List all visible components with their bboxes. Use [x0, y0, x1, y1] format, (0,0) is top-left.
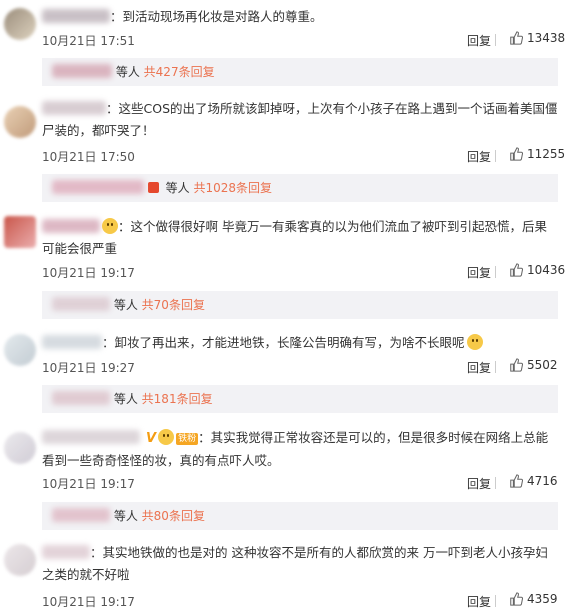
avatar[interactable] [4, 544, 36, 576]
thumbs-up-icon [510, 147, 523, 161]
reply-summary[interactable]: 等人 共181条回复 [42, 385, 558, 413]
like-count: 5502 [527, 358, 558, 372]
reply-button[interactable]: 回复 [467, 148, 491, 165]
comment-text: ：这些COS的出了场所就该卸掉呀，上次有个小孩子在路上遇到一个话画着美国僵尸装的… [42, 101, 558, 138]
emoji-icon [102, 218, 118, 234]
avatar[interactable] [4, 106, 36, 138]
reply-who: 等人 [113, 392, 138, 406]
replier-blurred [52, 180, 144, 194]
reply-count-link[interactable]: 共70条回复 [142, 298, 205, 312]
like-button[interactable]: 4359 [509, 592, 558, 606]
like-button[interactable]: 4716 [509, 474, 558, 488]
comment-text: V 铁粉 ：其实我觉得正常妆容还是可以的，但是很多时候在网络上总能看到一些奇奇怪怪的… [42, 429, 549, 468]
username-blurred[interactable] [42, 430, 140, 444]
comment-time: 10月21日 19:17 [42, 477, 135, 491]
username-blurred[interactable] [42, 219, 100, 233]
like-button[interactable]: 13438 [509, 31, 565, 45]
comment-text: ：卸妆了再出来，才能进地铁，长隆公告明确有写，为啥不长眼呢 [42, 332, 558, 354]
comment-time: 10月21日 19:27 [42, 361, 135, 375]
reply-summary[interactable]: 等人 共1028条回复 [42, 174, 558, 202]
divider [495, 266, 496, 278]
like-button[interactable]: 11255 [509, 147, 565, 161]
replier-blurred [52, 508, 110, 522]
comment-time: 10月21日 17:51 [42, 34, 135, 48]
reply-who: 等人 [113, 298, 138, 312]
reply-button[interactable]: 回复 [467, 593, 491, 610]
fire-icon [147, 182, 159, 193]
thumbs-up-icon [510, 358, 523, 372]
username-blurred[interactable] [42, 9, 110, 23]
comment-time: 10月21日 17:50 [42, 150, 135, 164]
thumbs-up-icon [510, 31, 523, 45]
like-count: 4359 [527, 592, 558, 606]
like-button[interactable]: 10436 [509, 263, 565, 277]
comment-time: 10月21日 19:17 [42, 266, 135, 280]
divider [495, 34, 496, 46]
fan-badge: 铁粉 [176, 433, 199, 445]
emoji-icon [466, 334, 483, 350]
vip-icon: V [146, 431, 157, 446]
avatar[interactable] [4, 216, 36, 248]
divider [495, 150, 496, 162]
username-blurred[interactable] [42, 545, 90, 559]
username-blurred[interactable] [42, 101, 106, 115]
reply-who: 等人 [115, 65, 140, 79]
divider [495, 361, 496, 373]
replier-blurred [52, 297, 110, 311]
like-button[interactable]: 5502 [509, 358, 558, 372]
reply-count-link[interactable]: 共1028条回复 [194, 181, 273, 195]
replier-blurred [52, 64, 112, 78]
like-count: 11255 [527, 147, 566, 161]
like-count: 13438 [527, 31, 566, 45]
reply-who: 等人 [113, 509, 138, 523]
reply-count-link[interactable]: 共427条回复 [144, 65, 215, 79]
avatar[interactable] [4, 334, 36, 366]
comment-text: ：到活动现场再化妆是对路人的尊重。 [42, 6, 558, 28]
reply-summary[interactable]: 等人 共70条回复 [42, 291, 558, 319]
comment-text: ：其实地铁做的也是对的 这种妆容不是所有的人都欣赏的来 万一吓到老人小孩孕妇之类… [42, 545, 548, 582]
divider [495, 595, 496, 607]
reply-button[interactable]: 回复 [467, 32, 491, 49]
divider [495, 477, 496, 489]
reply-button[interactable]: 回复 [467, 359, 491, 376]
reply-summary[interactable]: 等人 共427条回复 [42, 58, 558, 86]
reply-button[interactable]: 回复 [467, 264, 491, 281]
reply-count-link[interactable]: 共80条回复 [142, 509, 205, 523]
thumbs-up-icon [510, 263, 523, 277]
thumbs-up-icon [510, 474, 523, 488]
reply-count-link[interactable]: 共181条回复 [142, 392, 213, 406]
comment-time: 10月21日 19:17 [42, 595, 135, 609]
like-count: 10436 [527, 263, 566, 277]
comment-text: ：这个做得很好啊 毕竟万一有乘客真的以为他们流血了被吓到引起恐慌，后果可能会很严… [42, 218, 547, 256]
replier-blurred [52, 391, 110, 405]
reply-summary[interactable]: 等人 共80条回复 [42, 502, 558, 530]
like-count: 4716 [527, 474, 558, 488]
reply-who: 等人 [165, 181, 190, 195]
reply-button[interactable]: 回复 [467, 475, 491, 492]
username-blurred[interactable] [42, 335, 102, 349]
thumbs-up-icon [510, 592, 523, 606]
emoji-icon [158, 429, 175, 445]
avatar[interactable] [4, 432, 36, 464]
avatar[interactable] [4, 8, 36, 40]
